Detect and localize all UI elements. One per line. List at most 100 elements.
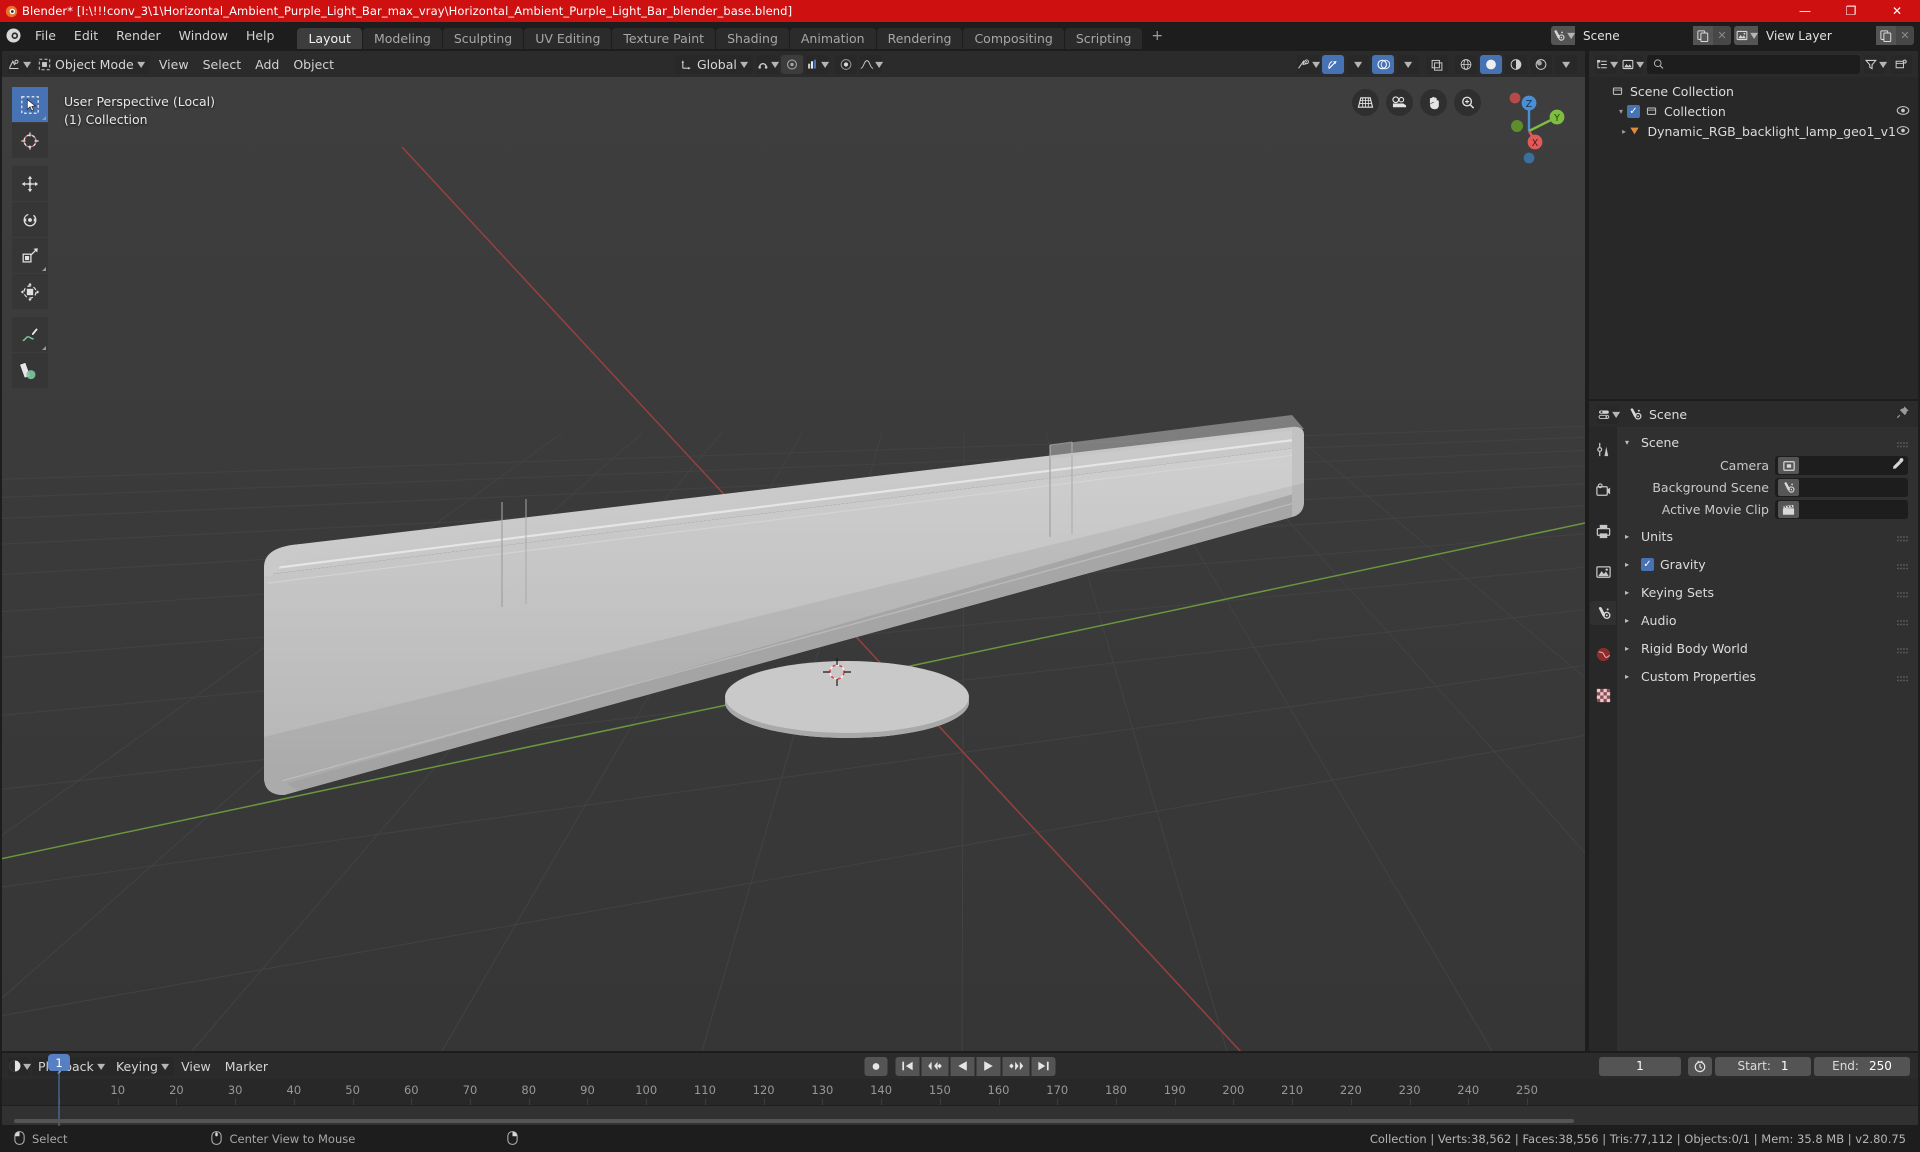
viewport-menu-view[interactable]: View [152, 55, 196, 74]
window-controls[interactable]: — ❐ ✕ [1782, 0, 1920, 22]
xray-toggle-icon[interactable] [1426, 54, 1448, 74]
zoom-view-icon[interactable] [1454, 89, 1481, 116]
eyedropper-icon[interactable] [1891, 457, 1905, 475]
disclosure-triangle[interactable]: ▸ [1620, 127, 1629, 136]
outliner-filter-icon[interactable]: ▼ [1864, 54, 1887, 74]
play-reverse-button[interactable] [950, 1056, 975, 1076]
properties-tab-tool[interactable] [1590, 437, 1616, 461]
frame-end-field[interactable]: End: 250 [1814, 1056, 1910, 1076]
outliner-new-collection-icon[interactable] [1890, 54, 1912, 74]
outliner-row-1[interactable]: ▾ ✓ Collection [1589, 101, 1918, 121]
tool-rotate[interactable] [12, 202, 48, 237]
jump-to-start-button[interactable] [895, 1056, 920, 1076]
workspace-tab-modeling[interactable]: Modeling [362, 28, 442, 49]
viewlayer-name-field[interactable]: View Layer [1758, 26, 1876, 45]
toggle-perspective-icon[interactable] [1352, 89, 1379, 116]
show-overlays-icon[interactable] [1372, 54, 1394, 74]
viewlayer-new-icon[interactable] [1876, 26, 1896, 45]
properties-editor[interactable]: ▼ Scene ▾ Scene Camera Background Scene … [1589, 401, 1918, 1051]
properties-panels[interactable]: ▾ Scene Camera Background Scene Active Mov… [1617, 427, 1918, 1051]
maximize-button[interactable]: ❐ [1828, 0, 1874, 22]
auto-keying-button[interactable] [864, 1056, 888, 1076]
overlays-dropdown-icon[interactable]: ▼ [1397, 54, 1419, 74]
proportional-object-icon[interactable] [835, 54, 858, 74]
viewport-menu-select[interactable]: Select [196, 55, 249, 74]
frame-start-field[interactable]: Start: 1 [1715, 1056, 1811, 1076]
gizmo-dropdown-icon[interactable]: ▼ [1347, 54, 1369, 74]
outliner-search-input[interactable] [1647, 54, 1860, 74]
viewlayer-browse-icon[interactable]: ▼ [1734, 26, 1758, 45]
properties-tab-output[interactable] [1590, 519, 1616, 543]
tool-measure[interactable] [12, 353, 48, 388]
viewport-axis-gizmo[interactable]: Z Y X [1487, 89, 1571, 173]
show-gizmo-icon[interactable] [1322, 54, 1344, 74]
properties-tab-render[interactable] [1590, 478, 1616, 502]
pan-view-icon[interactable] [1420, 89, 1447, 116]
workspace-tab-compositing[interactable]: Compositing [963, 28, 1064, 49]
camera-view-icon[interactable] [1386, 89, 1413, 116]
panel-header-gravity[interactable]: ▸ ✓ Gravity [1617, 553, 1918, 576]
panel-header-keying-sets[interactable]: ▸ Keying Sets [1617, 581, 1918, 604]
outliner-row-0[interactable]: Scene Collection [1589, 81, 1918, 101]
viewport-menu-add[interactable]: Add [248, 55, 286, 74]
timeline-menu-keying[interactable]: Keying ▼ [109, 1056, 175, 1076]
menu-render[interactable]: Render [107, 26, 170, 45]
use-preview-range-button[interactable] [1688, 1056, 1712, 1076]
panel-header-audio[interactable]: ▸ Audio [1617, 609, 1918, 632]
workspace-tab-scripting[interactable]: Scripting [1064, 28, 1143, 49]
workspace-tabs[interactable]: Layout Modeling Sculpting UV Editing Texture… [297, 22, 1143, 49]
visibility-eye-icon[interactable] [1896, 124, 1910, 139]
field-input[interactable] [1775, 456, 1908, 475]
outliner-filter-text[interactable] [1669, 57, 1854, 71]
panel-header-units[interactable]: ▸ Units [1617, 525, 1918, 548]
interaction-mode-dropdown[interactable]: Object Mode ▼ [32, 54, 150, 74]
workspace-tab-rendering[interactable]: Rendering [876, 28, 963, 49]
viewlayer-selector[interactable]: ▼ View Layer ✕ [1734, 26, 1914, 45]
tool-tweak-select[interactable] [12, 87, 48, 122]
collection-checkbox[interactable]: ✓ [1627, 104, 1640, 118]
menu-help[interactable]: Help [237, 26, 284, 45]
play-button[interactable] [976, 1056, 1001, 1076]
outliner-display-mode-icon[interactable]: ▼ [1621, 54, 1644, 74]
outliner-editor[interactable]: ▼ ▼ ▼ Scene Collection ▾ ✓ Collection ▸ Dynam… [1589, 51, 1918, 399]
workspace-tab-texture-paint[interactable]: Texture Paint [612, 28, 716, 49]
workspace-tab-animation[interactable]: Animation [789, 28, 876, 49]
timeline-ruler[interactable]: 10 20 30 40 50 60 70 80 90 100 110 120 130 140 150 160 1… [2, 1079, 1918, 1105]
panel-header-scene[interactable]: ▾ Scene [1617, 431, 1918, 454]
shading-material-icon[interactable] [1505, 54, 1527, 74]
scene-browse-icon[interactable]: ▼ [1551, 26, 1576, 45]
shading-wireframe-icon[interactable] [1455, 54, 1477, 74]
scene-name-field[interactable]: Scene [1575, 26, 1693, 45]
close-button[interactable]: ✕ [1874, 0, 1920, 22]
properties-pin-icon[interactable] [1896, 405, 1910, 423]
timeline-horizontal-scrollbar[interactable] [14, 1119, 1574, 1123]
main-menu[interactable]: File Edit Render Window Help [26, 26, 283, 45]
workspace-tab-uv-editing[interactable]: UV Editing [524, 28, 612, 49]
workspace-tab-shading[interactable]: Shading [716, 28, 789, 49]
falloff-curve-icon[interactable]: ▼ [860, 54, 883, 74]
properties-tab-texture[interactable] [1590, 683, 1616, 707]
menu-edit[interactable]: Edit [65, 26, 107, 45]
jump-to-end-button[interactable] [1031, 1056, 1056, 1076]
current-frame-field[interactable]: 1 [1599, 1056, 1681, 1076]
visibility-eye-icon[interactable] [1896, 104, 1910, 119]
next-keyframe-button[interactable] [1002, 1056, 1030, 1076]
tool-scale[interactable] [12, 238, 48, 273]
viewport-nav-buttons[interactable] [1352, 89, 1481, 116]
timeline-editor[interactable]: ▼ Playback▼Keying▼ViewMarker [2, 1053, 1918, 1126]
viewport-menu-object[interactable]: Object [286, 55, 341, 74]
scene-field-camera[interactable]: Camera [1617, 455, 1912, 476]
add-workspace-button[interactable]: + [1143, 25, 1171, 46]
menu-file[interactable]: File [26, 26, 65, 45]
menu-window[interactable]: Window [170, 26, 237, 45]
scene-new-icon[interactable] [1693, 26, 1713, 45]
timeline-menu-marker[interactable]: Marker [218, 1057, 275, 1076]
viewlayer-remove-button[interactable]: ✕ [1896, 26, 1914, 45]
minimize-button[interactable]: — [1782, 0, 1828, 22]
scene-field-active-movie-clip[interactable]: Active Movie Clip [1617, 499, 1912, 520]
timeline-transport[interactable] [864, 1056, 1056, 1076]
workspace-tab-sculpting[interactable]: Sculpting [442, 28, 524, 49]
proportional-edit-icon[interactable] [781, 54, 804, 74]
field-input[interactable] [1775, 500, 1908, 519]
disclosure-triangle[interactable]: ▾ [1615, 107, 1627, 116]
